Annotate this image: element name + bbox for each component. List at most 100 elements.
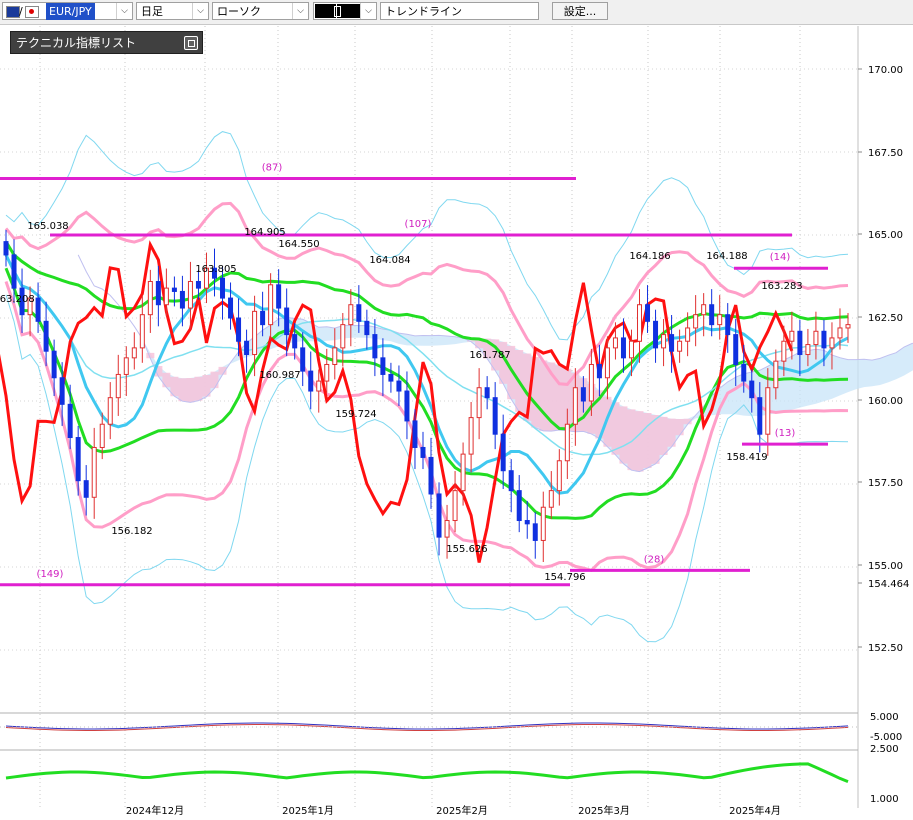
candle-down bbox=[67, 403, 73, 439]
date-axis-label: 2025年4月 bbox=[729, 804, 781, 817]
candle-down bbox=[709, 304, 715, 326]
candle-down bbox=[292, 334, 298, 349]
candle-down bbox=[420, 446, 426, 458]
candle-down bbox=[244, 340, 250, 356]
candle-down bbox=[51, 350, 57, 379]
price-label: 159.724 bbox=[335, 409, 376, 420]
line-count-label: (107) bbox=[405, 219, 432, 230]
candle-down bbox=[179, 290, 185, 309]
candle-up bbox=[452, 490, 458, 522]
candle-up bbox=[805, 344, 811, 356]
technical-indicator-list-panel[interactable]: テクニカル指標リスト bbox=[10, 31, 203, 54]
candle-up bbox=[588, 363, 594, 402]
price-label: 154.796 bbox=[544, 572, 585, 583]
candle-up bbox=[348, 304, 354, 326]
price-label: 155.626 bbox=[446, 544, 487, 555]
candle-up bbox=[701, 304, 707, 316]
price-label: 160.987 bbox=[259, 370, 300, 381]
candle-down bbox=[11, 254, 17, 289]
price-label: 158.419 bbox=[726, 452, 767, 463]
candle-up bbox=[781, 340, 787, 362]
candle-down bbox=[492, 397, 498, 435]
candle-up bbox=[131, 347, 137, 359]
candle-up bbox=[252, 310, 258, 356]
candle-up bbox=[540, 506, 546, 541]
candle-down bbox=[83, 480, 89, 498]
candle-down bbox=[428, 456, 434, 495]
price-axis-label: 165.00 bbox=[868, 230, 903, 241]
candle-up bbox=[99, 423, 105, 448]
candle-down bbox=[380, 357, 386, 375]
candle-up bbox=[476, 387, 482, 419]
candle-up bbox=[813, 330, 819, 346]
price-label: 164.084 bbox=[369, 255, 410, 266]
candle-up bbox=[332, 347, 338, 365]
candle-down bbox=[412, 420, 418, 448]
candle-up bbox=[845, 324, 851, 329]
candle-down bbox=[308, 370, 314, 392]
candle-down bbox=[653, 320, 659, 349]
line-count-label: (14) bbox=[770, 252, 791, 263]
candle-down bbox=[260, 310, 266, 326]
price-axis-label: 154.464 bbox=[868, 579, 909, 590]
candle-up bbox=[604, 347, 610, 379]
candle-up bbox=[107, 397, 113, 425]
candle-down bbox=[596, 363, 602, 379]
candle-down bbox=[356, 304, 362, 322]
candle-up bbox=[444, 520, 450, 538]
sub-charts: 5.000 -5.0002.500 1.000 bbox=[0, 712, 902, 805]
candle-down bbox=[500, 433, 506, 472]
price-axis-label: 155.00 bbox=[868, 561, 903, 572]
price-label: 164.188 bbox=[706, 251, 747, 262]
candle-up bbox=[187, 280, 193, 309]
candle-up bbox=[572, 387, 578, 425]
candle-down bbox=[276, 284, 282, 309]
candle-down bbox=[284, 307, 290, 336]
price-axis-label: 162.50 bbox=[868, 313, 903, 324]
candle-up bbox=[163, 287, 169, 306]
price-label: 164.905 bbox=[244, 227, 285, 238]
candle-up bbox=[685, 327, 691, 342]
price-axis-label: 152.50 bbox=[868, 643, 903, 654]
candle-down bbox=[580, 387, 586, 402]
line-count-label: (28) bbox=[644, 554, 665, 565]
candle-down bbox=[236, 317, 242, 342]
candle-down bbox=[43, 320, 49, 352]
candle-up bbox=[789, 330, 795, 342]
date-axis-label: 2025年1月 bbox=[282, 804, 334, 817]
candle-down bbox=[3, 241, 9, 256]
candle-up bbox=[637, 304, 643, 342]
candle-up bbox=[677, 340, 683, 352]
candle-up bbox=[773, 360, 779, 389]
line-count-label: (87) bbox=[262, 163, 283, 174]
candle-up bbox=[693, 314, 699, 329]
technical-indicator-list-label: テクニカル指標リスト bbox=[16, 36, 137, 50]
price-label: 164.550 bbox=[278, 239, 319, 250]
candle-down bbox=[821, 330, 827, 349]
line-count-label: (13) bbox=[775, 428, 796, 439]
candle-up bbox=[612, 337, 618, 349]
candle-down bbox=[171, 287, 177, 292]
candle-down bbox=[195, 280, 201, 289]
candle-down bbox=[484, 387, 490, 399]
candle-down bbox=[733, 334, 739, 365]
candle-down bbox=[797, 330, 803, 356]
candle-down bbox=[396, 380, 402, 392]
candle-up bbox=[717, 314, 723, 326]
candle-down bbox=[516, 490, 522, 522]
price-axis-label: 170.00 bbox=[868, 65, 903, 76]
candle-down bbox=[404, 390, 410, 422]
candle-down bbox=[741, 363, 747, 382]
candle-down bbox=[725, 314, 731, 336]
price-label: 163.805 bbox=[195, 264, 236, 275]
candle-up bbox=[468, 417, 474, 455]
candle-down bbox=[300, 347, 306, 372]
sub-axis-label: 1.000 bbox=[870, 794, 899, 805]
candle-up bbox=[460, 453, 466, 492]
candle-up bbox=[628, 340, 634, 359]
date-axis: 2024年12月 2025年1月 2025年2月 2025年3月 2025年4月 bbox=[126, 804, 781, 817]
restore-window-icon[interactable] bbox=[184, 36, 198, 50]
price-label: 163.208 bbox=[0, 294, 35, 305]
price-chart[interactable]: (87) (107) (14) (149) (28) (13) 165.038 163.20… bbox=[0, 0, 913, 820]
candle-down bbox=[155, 280, 161, 306]
